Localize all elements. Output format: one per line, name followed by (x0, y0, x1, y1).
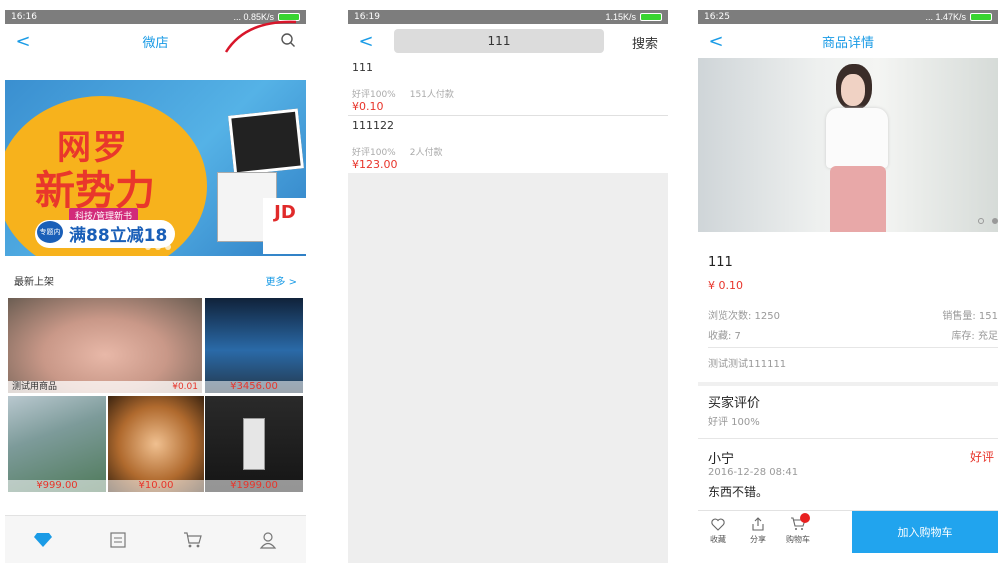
sales-count: 销售量: 151 (942, 311, 998, 322)
reviews-summary: 好评 100% (708, 417, 760, 428)
network-speed: ... 1.47K/s (925, 12, 966, 22)
product-title: 111 (708, 255, 733, 270)
review-text: 东西不错。 (708, 485, 769, 499)
status-bar: 16:19 1.15K/s (348, 10, 668, 24)
product-price: ¥999.00 (8, 480, 106, 492)
status-time: 16:25 (704, 12, 730, 22)
result-title: 111122 (352, 119, 394, 132)
cart-icon[interactable] (181, 528, 205, 552)
review-badge: 好评 (969, 450, 994, 464)
cart-badge (800, 513, 810, 523)
result-rating: 好评100% (352, 148, 396, 158)
jd-logo: JD (263, 198, 306, 254)
result-list: 111 好评100% 151人付款 ¥0.10 111122 好评100% 2人… (348, 58, 668, 173)
result-rating: 好评100% (352, 90, 396, 100)
divider (698, 438, 998, 439)
back-button[interactable]: < (698, 31, 734, 52)
favorite-label: 收藏 (710, 535, 726, 544)
book-image (228, 108, 304, 176)
page-title: 商品详情 (821, 35, 874, 51)
model-face (841, 74, 865, 106)
more-link[interactable]: 更多 > (265, 273, 297, 288)
result-sold: 151人付款 (409, 90, 454, 100)
product-price: ¥0.01 (172, 382, 198, 392)
section-title: 最新上架 (14, 276, 54, 288)
product-price: ¥10.00 (108, 480, 204, 492)
result-meta: 好评100% 2人付款 (352, 145, 664, 158)
list-item[interactable]: 111 好评100% 151人付款 ¥0.10 (348, 58, 668, 116)
product-image-carousel[interactable] (698, 58, 998, 232)
status-bar: 16:25 ... 1.47K/s (698, 10, 998, 24)
cart-label: 购物车 (786, 535, 810, 544)
product-description: 测试测试111111 (708, 359, 787, 370)
list-item[interactable]: 111122 好评100% 2人付款 ¥123.00 (348, 116, 668, 173)
divider (708, 347, 998, 348)
list-icon[interactable] (106, 528, 130, 552)
network-speed: 1.15K/s (605, 12, 636, 22)
home-screen: 16:16 ... 0.85K/s < 微店 网罗 新势力 科技/管理新书 满8… (5, 10, 306, 563)
reviews-title[interactable]: 买家评价 (708, 392, 760, 411)
result-sold: 2人付款 (409, 148, 443, 158)
carousel-dots (145, 244, 171, 250)
result-price: ¥0.10 (352, 100, 384, 113)
banner-badge: 专题内 (37, 221, 63, 243)
cart-icon (778, 514, 818, 534)
product-tile[interactable]: ¥10.00 (108, 396, 204, 492)
stock-status: 库存: 充足 (951, 331, 998, 342)
nav-bar: < 111 搜索 (348, 24, 668, 58)
share-button[interactable]: 分享 (738, 511, 778, 553)
model-shirt (826, 108, 888, 168)
product-tile[interactable]: ¥1999.00 (205, 396, 303, 492)
heart-icon (698, 514, 738, 534)
user-icon[interactable] (256, 528, 280, 552)
promo-banner[interactable]: 网罗 新势力 科技/管理新书 满88立减18 专题内 JD (5, 80, 306, 256)
stats-row: 收藏: 7 库存: 充足 (708, 327, 998, 342)
model-skirt (830, 166, 886, 232)
stats-row: 浏览次数: 1250 销售量: 151 (708, 307, 998, 322)
tab-bar (5, 515, 306, 563)
nav-bar: < 商品详情 (698, 24, 998, 58)
battery-icon (640, 13, 662, 21)
carousel-dots (978, 218, 998, 224)
product-price: ¥1999.00 (205, 480, 303, 492)
review-date: 2016-12-28 08:41 (708, 467, 799, 478)
reviewer-name: 小宁 (708, 452, 735, 467)
favorite-count: 收藏: 7 (708, 331, 741, 342)
status-time: 16:16 (11, 12, 37, 22)
view-count: 浏览次数: 1250 (708, 311, 780, 322)
product-price: ¥ 0.10 (708, 279, 743, 292)
result-meta: 好评100% 151人付款 (352, 87, 664, 100)
product-price: ¥3456.00 (205, 381, 303, 393)
divider (698, 382, 998, 386)
product-tile[interactable]: 测试用商品 ¥0.01 (8, 298, 202, 393)
product-detail-screen: 16:25 ... 1.47K/s < 商品详情 111 ¥ 0.10 浏览次数… (698, 10, 998, 563)
status-time: 16:19 (354, 12, 380, 22)
action-bar: 收藏 分享 购物车 加入购物车 (698, 510, 998, 553)
result-price: ¥123.00 (352, 158, 398, 171)
add-to-cart-button[interactable]: 加入购物车 (852, 511, 998, 553)
search-input[interactable]: 111 (394, 29, 604, 53)
share-label: 分享 (750, 535, 766, 544)
back-button[interactable]: < (348, 31, 384, 52)
share-icon (738, 514, 778, 534)
battery-icon (970, 13, 992, 21)
result-title: 111 (352, 61, 373, 74)
section-header: 最新上架 更多 > (5, 268, 306, 292)
search-button[interactable]: 搜索 (632, 33, 658, 52)
product-tile[interactable]: ¥3456.00 (205, 298, 303, 393)
cart-button[interactable]: 购物车 (778, 511, 818, 553)
back-button[interactable]: < (5, 31, 41, 52)
product-tile[interactable]: ¥999.00 (8, 396, 106, 492)
product-name: 测试用商品 ¥0.01 (8, 381, 202, 393)
favorite-button[interactable]: 收藏 (698, 511, 738, 553)
diamond-icon[interactable] (31, 528, 55, 552)
search-results-screen: 16:19 1.15K/s < 111 搜索 111 好评100% 151人付款… (348, 10, 668, 563)
nav-bar: < 微店 (5, 20, 306, 58)
red-annotation-stroke (224, 20, 297, 53)
pc-case-image (243, 418, 265, 470)
